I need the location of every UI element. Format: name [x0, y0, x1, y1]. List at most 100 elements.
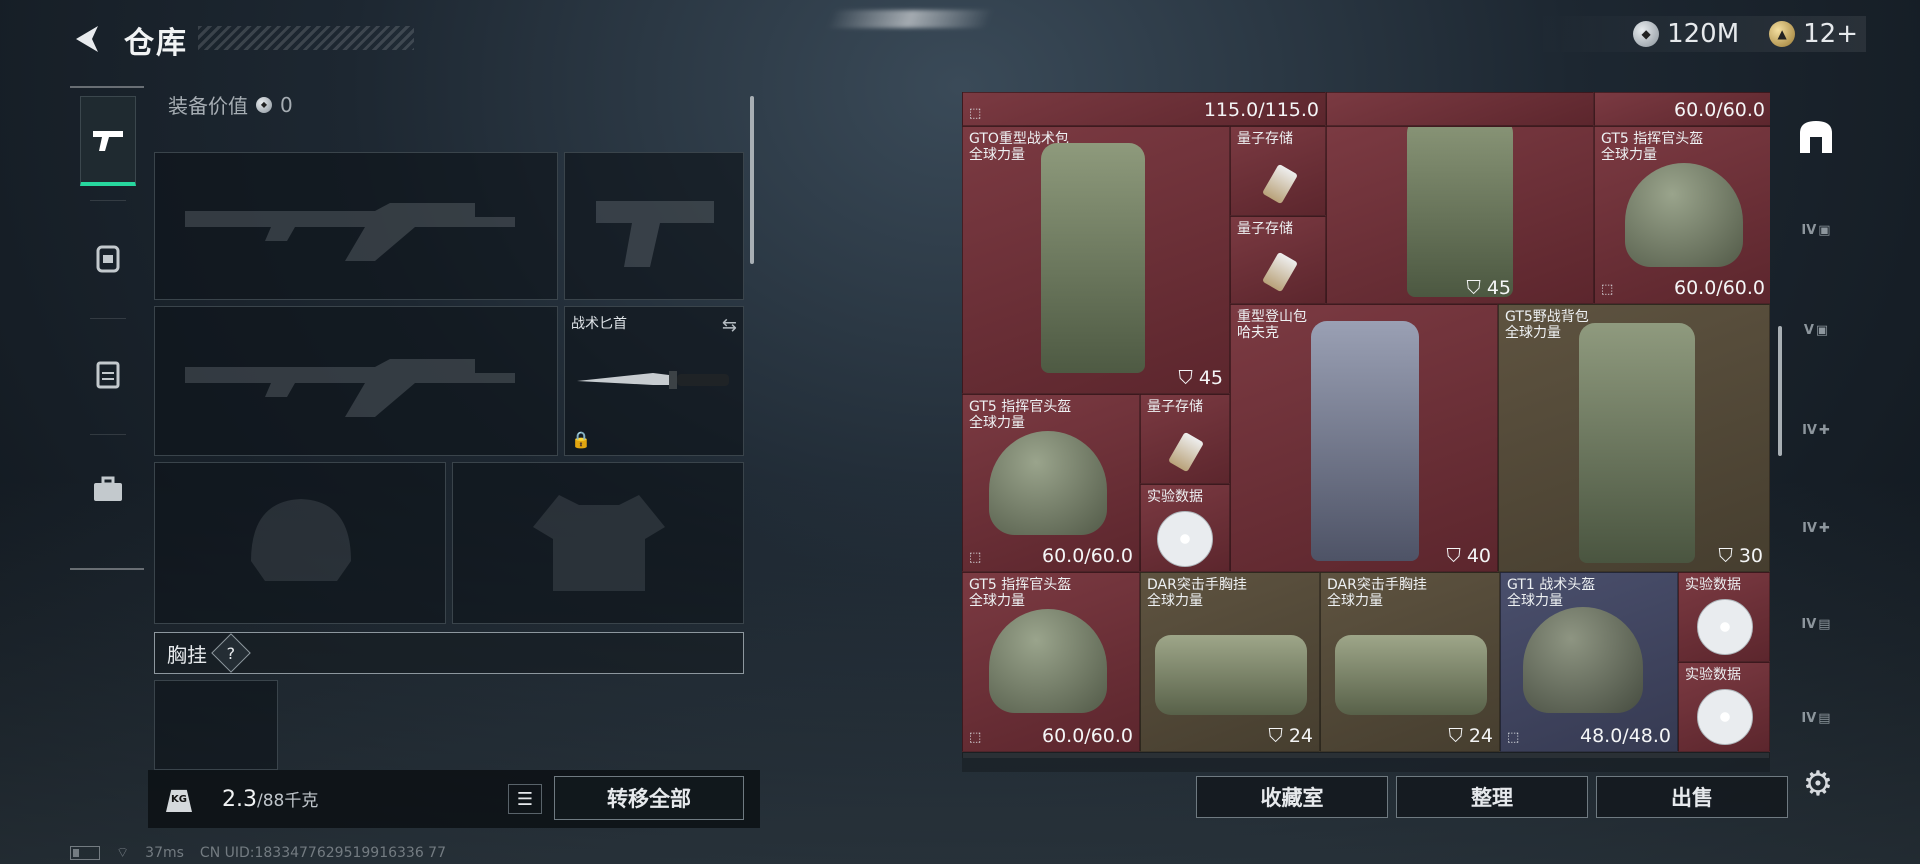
- transfer-all-button[interactable]: 转移全部: [554, 776, 744, 820]
- stash-item[interactable]: 实验数据: [1678, 572, 1770, 662]
- stash-item[interactable]: ⛉ 45: [1326, 126, 1594, 304]
- stash-item[interactable]: 重型登山包 哈夫克 ⛉ 40: [1230, 304, 1498, 572]
- settings-gear-icon[interactable]: ⚙: [1798, 764, 1838, 804]
- rifle-silhouette-icon: [185, 359, 515, 417]
- pistol-icon: [93, 130, 123, 151]
- usb-drive-image: [1261, 163, 1299, 205]
- stash-item[interactable]: GT5 指挥官头盔 全球力量 ⬚ 60.0/60.0: [962, 394, 1140, 572]
- item-name: GT5野战背包 全球力量: [1505, 309, 1589, 341]
- tab-weapons[interactable]: [80, 96, 136, 186]
- item-name: 实验数据: [1147, 489, 1203, 505]
- rifle-silhouette-icon: [185, 203, 515, 261]
- stash-tabs: IV ▣ V ▣ IV ✚ IV ✚ IV ▤ IV ▤: [1786, 94, 1846, 758]
- chest-rig-image: [1155, 635, 1307, 715]
- item-durability: 60.0/60.0: [1673, 99, 1765, 121]
- stash-item[interactable]: GT5野战背包 全球力量 ⛉ 30: [1498, 304, 1770, 572]
- helmet-slot[interactable]: [154, 462, 446, 624]
- item-durability: 60.0/60.0: [1673, 277, 1765, 299]
- item-name: GT5 指挥官头盔 全球力量: [1601, 131, 1704, 163]
- equipment-scrollbar[interactable]: [750, 96, 754, 264]
- vest-silhouette-icon: [533, 495, 665, 591]
- stash-home-icon: [1800, 121, 1832, 153]
- tab-armor[interactable]: [80, 328, 136, 418]
- tab-stash-iv-1[interactable]: IV ▣: [1794, 210, 1838, 250]
- chest-rig-slot[interactable]: [154, 680, 278, 770]
- item-capacity: ⛉ 45: [1178, 367, 1223, 389]
- stash-item[interactable]: 实验数据: [1678, 662, 1770, 752]
- item-capacity: ⛉ 24: [1268, 725, 1313, 747]
- item-name: DAR突击手胸挂 全球力量: [1147, 577, 1247, 609]
- durability-icon: ⬚: [969, 550, 982, 565]
- sell-button[interactable]: 出售: [1596, 776, 1788, 818]
- pistol-slot[interactable]: [564, 152, 744, 300]
- tab-main-stash[interactable]: [1794, 116, 1838, 156]
- stash-item[interactable]: DAR突击手胸挂 全球力量 ⛉ 24: [1140, 572, 1320, 752]
- stash-item[interactable]: DAR突击手胸挂 全球力量 ⛉ 24: [1320, 572, 1500, 752]
- data-disc-image: [1697, 599, 1753, 655]
- armor-slot[interactable]: [452, 462, 744, 624]
- weight-current: 2.3: [222, 787, 257, 812]
- tab-separator: [90, 318, 126, 319]
- wifi-icon: ⌔: [116, 845, 130, 861]
- stash-item[interactable]: 量子存储: [1230, 216, 1326, 304]
- silver-coin-icon: ◆: [1633, 21, 1660, 47]
- helmet-image: [989, 431, 1107, 535]
- tab-stash-iv-4[interactable]: IV ▤: [1794, 604, 1838, 644]
- tab-stash-v[interactable]: V ▣: [1794, 310, 1838, 350]
- melee-slot[interactable]: 战术匕首 ⇆ 🔒: [564, 306, 744, 456]
- primary-weapon-slot[interactable]: [154, 152, 558, 300]
- stash-item-partial[interactable]: [1326, 92, 1594, 126]
- secondary-weapon-slot[interactable]: [154, 306, 558, 456]
- weight-max: /88千克: [257, 791, 319, 811]
- equipment-value-label: 装备价值: [168, 94, 248, 118]
- medical-box-icon: ✚: [1819, 422, 1830, 438]
- stash-item[interactable]: GT1 战术头盔 全球力量 ⬚ 48.0/48.0: [1500, 572, 1678, 752]
- help-icon[interactable]: ?: [211, 633, 251, 673]
- armor-vest-icon: [96, 361, 120, 389]
- item-name: GT5 指挥官头盔 全球力量: [969, 577, 1072, 609]
- stash-item[interactable]: GTO重型战术包 全球力量 ⛉ 45: [962, 126, 1230, 394]
- organize-button[interactable]: 整理: [1396, 776, 1588, 818]
- stash-item[interactable]: GT5 指挥官头盔 全球力量 ⬚ 60.0/60.0: [962, 572, 1140, 752]
- folder-box-icon: ▤: [1818, 710, 1831, 726]
- swap-icon[interactable]: ⇆: [722, 315, 737, 336]
- item-name: 实验数据: [1685, 667, 1741, 683]
- ceiling-light: [826, 10, 994, 28]
- toolbox-icon: [94, 476, 122, 501]
- item-name: 重型登山包 哈夫克: [1237, 309, 1307, 341]
- climbing-backpack-image: [1311, 321, 1419, 561]
- stash-scrollbar[interactable]: [1778, 326, 1782, 456]
- list-view-button[interactable]: ☰: [508, 784, 542, 814]
- back-arrow-icon[interactable]: [70, 22, 104, 56]
- item-capacity: ⛉ 24: [1448, 725, 1493, 747]
- status-bar: ⌔ 37ms CN UID:1833477629519916336 77: [70, 844, 446, 862]
- tab-backpack[interactable]: [80, 212, 136, 302]
- item-capacity: ⛉ 30: [1718, 545, 1763, 567]
- stash-item-partial[interactable]: ⬚ 115.0/115.0: [962, 92, 1326, 126]
- stash-item[interactable]: 实验数据: [1140, 484, 1230, 572]
- backpack-icon: [96, 245, 120, 273]
- gold-amount[interactable]: 12+: [1803, 19, 1858, 49]
- melee-slot-label: 战术匕首: [571, 316, 627, 332]
- stash-next-row: [962, 752, 1770, 758]
- currency-bar: ◆ 120M ▲ 12+: [1533, 16, 1866, 52]
- stash-item-partial[interactable]: 60.0/60.0: [1594, 92, 1770, 126]
- item-name: 量子存储: [1237, 131, 1293, 147]
- tab-separator: [90, 200, 126, 201]
- tab-stash-iv-5[interactable]: IV ▤: [1794, 698, 1838, 738]
- stash-item[interactable]: 量子存储: [1230, 126, 1326, 216]
- collection-room-button[interactable]: 收藏室: [1196, 776, 1388, 818]
- folder-box-icon: ▤: [1818, 616, 1831, 632]
- helmet-silhouette-icon: [251, 499, 351, 581]
- medical-box-icon: ✚: [1819, 520, 1830, 536]
- item-name: 实验数据: [1685, 577, 1741, 593]
- uid-readout: CN UID:1833477629519916336 77: [199, 845, 446, 861]
- tab-stash-iv-2[interactable]: IV ✚: [1794, 410, 1838, 450]
- stash-item[interactable]: GT5 指挥官头盔 全球力量 ⬚ 60.0/60.0: [1594, 126, 1770, 304]
- tab-stash-iv-3[interactable]: IV ✚: [1794, 508, 1838, 548]
- tab-toolbox[interactable]: [80, 444, 136, 534]
- durability-icon: ⬚: [969, 730, 982, 745]
- stash-item[interactable]: 量子存储: [1140, 394, 1230, 484]
- durability-icon: ⬚: [1507, 730, 1520, 745]
- helmet-image: [989, 609, 1107, 713]
